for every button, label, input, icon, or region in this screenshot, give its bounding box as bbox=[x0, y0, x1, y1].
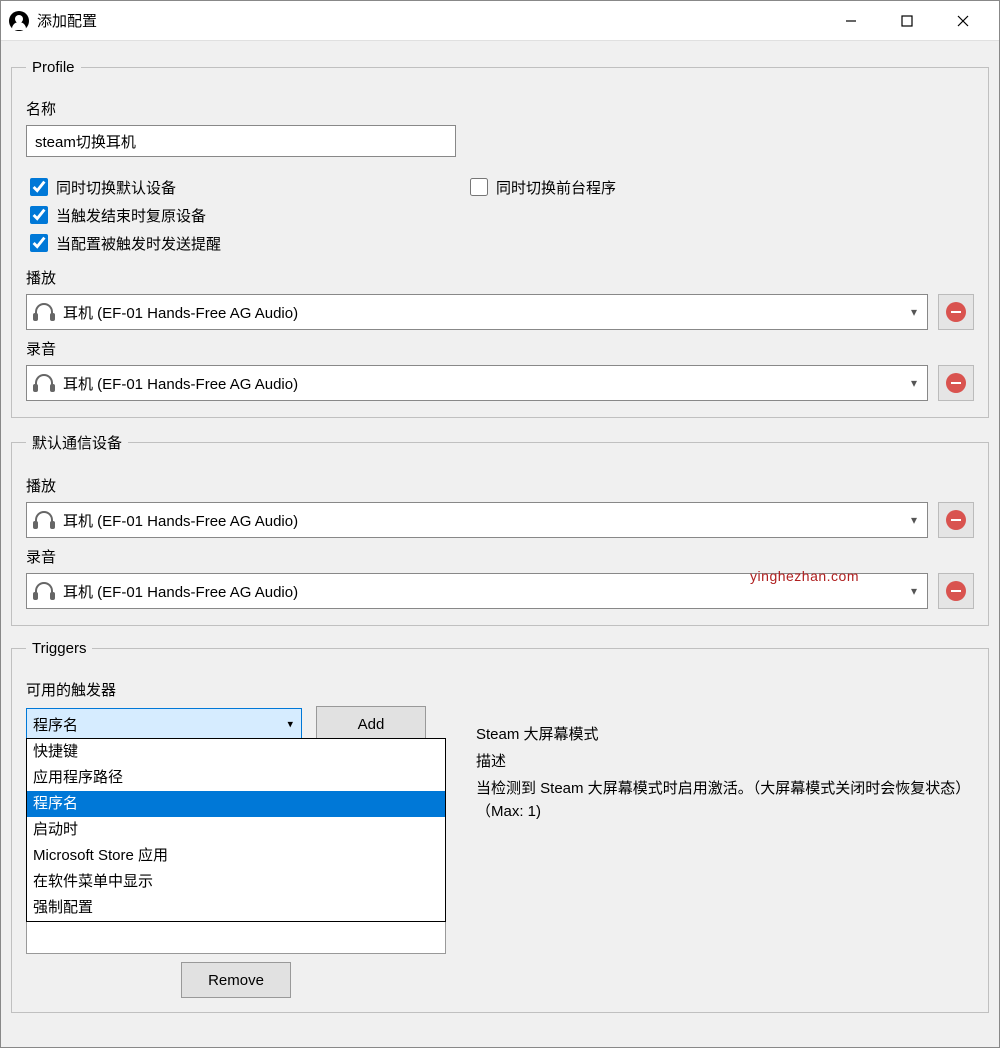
trigger-type-dropdown[interactable]: 快捷键应用程序路径程序名启动时Microsoft Store 应用在软件菜单中显… bbox=[26, 738, 446, 922]
check-switch-foreground-box[interactable] bbox=[470, 178, 488, 196]
name-input[interactable] bbox=[26, 125, 456, 157]
comm-recording-device-value: 耳机 (EF-01 Hands-Free AG Audio) bbox=[63, 581, 298, 602]
add-button[interactable]: Add bbox=[316, 706, 426, 742]
comm-playback-device-select[interactable]: 耳机 (EF-01 Hands-Free AG Audio) ▾ bbox=[26, 502, 928, 538]
trigger-type-option[interactable]: 在软件菜单中显示 bbox=[27, 869, 445, 895]
trigger-type-select[interactable]: 程序名 ▾ bbox=[26, 708, 302, 740]
recording-device-value: 耳机 (EF-01 Hands-Free AG Audio) bbox=[63, 373, 298, 394]
check-send-notify-box[interactable] bbox=[30, 234, 48, 252]
profile-legend: Profile bbox=[26, 59, 81, 76]
headphones-icon bbox=[33, 509, 55, 531]
headphones-icon bbox=[33, 301, 55, 323]
comm-playback-device-value: 耳机 (EF-01 Hands-Free AG Audio) bbox=[63, 510, 298, 531]
maximize-button[interactable] bbox=[879, 2, 935, 40]
check-switch-default[interactable]: 同时切换默认设备 bbox=[26, 175, 466, 199]
comm-recording-remove-button[interactable] bbox=[938, 573, 974, 609]
trigger-type-option[interactable]: 启动时 bbox=[27, 817, 445, 843]
available-triggers-label: 可用的触发器 bbox=[26, 679, 446, 700]
remove-icon bbox=[946, 373, 966, 393]
headphones-icon bbox=[33, 372, 55, 394]
comm-legend: 默认通信设备 bbox=[26, 432, 128, 453]
checkbox-area: 同时切换默认设备 当触发结束时复原设备 当配置被触发时发送提醒 同时切换前台程序 bbox=[26, 171, 974, 259]
headphones-icon bbox=[33, 580, 55, 602]
remove-icon bbox=[946, 581, 966, 601]
trigger-type-option[interactable]: 快捷键 bbox=[27, 739, 445, 765]
name-label: 名称 bbox=[26, 98, 974, 119]
comm-recording-label: 录音 bbox=[26, 546, 974, 567]
check-switch-default-box[interactable] bbox=[30, 178, 48, 196]
window-controls bbox=[823, 2, 991, 40]
check-restore-on-end-box[interactable] bbox=[30, 206, 48, 224]
trigger-detail-desc-label: 描述 bbox=[476, 750, 974, 771]
playback-remove-button[interactable] bbox=[938, 294, 974, 330]
triggers-legend: Triggers bbox=[26, 640, 92, 657]
recording-device-select[interactable]: 耳机 (EF-01 Hands-Free AG Audio) ▾ bbox=[26, 365, 928, 401]
app-icon bbox=[9, 11, 29, 31]
chevron-down-icon: ▾ bbox=[911, 376, 917, 390]
chevron-down-icon: ▾ bbox=[911, 584, 917, 598]
chevron-down-icon: ▾ bbox=[911, 513, 917, 527]
window-title: 添加配置 bbox=[37, 10, 97, 31]
check-restore-on-end[interactable]: 当触发结束时复原设备 bbox=[26, 203, 466, 227]
chevron-down-icon: ▾ bbox=[911, 305, 917, 319]
trigger-type-option[interactable]: Microsoft Store 应用 bbox=[27, 843, 445, 869]
triggers-group: Triggers 可用的触发器 程序名 ▾ Add 快捷键应用程序路径程序名启动… bbox=[11, 640, 989, 1013]
trigger-type-option[interactable]: 应用程序路径 bbox=[27, 765, 445, 791]
playback-label: 播放 bbox=[26, 267, 974, 288]
check-switch-foreground[interactable]: 同时切换前台程序 bbox=[466, 175, 616, 199]
comm-group: 默认通信设备 播放 耳机 (EF-01 Hands-Free AG Audio)… bbox=[11, 432, 989, 626]
check-send-notify[interactable]: 当配置被触发时发送提醒 bbox=[26, 231, 466, 255]
recording-label: 录音 bbox=[26, 338, 974, 359]
remove-icon bbox=[946, 510, 966, 530]
close-button[interactable] bbox=[935, 2, 991, 40]
trigger-type-value: 程序名 bbox=[33, 714, 78, 735]
titlebar: 添加配置 bbox=[1, 1, 999, 41]
remove-icon bbox=[946, 302, 966, 322]
trigger-detail-desc-body: 当检测到 Steam 大屏幕模式时启用激活。（大屏幕模式关闭时会恢复状态）（Ma… bbox=[476, 777, 974, 824]
playback-device-select[interactable]: 耳机 (EF-01 Hands-Free AG Audio) ▾ bbox=[26, 294, 928, 330]
window: 添加配置 Profile 名称 同时切换默认设备 bbox=[0, 0, 1000, 1048]
remove-button[interactable]: Remove bbox=[181, 962, 291, 998]
trigger-type-option[interactable]: 程序名 bbox=[27, 791, 445, 817]
minimize-button[interactable] bbox=[823, 2, 879, 40]
watermark-text: yinghezhan.com bbox=[750, 568, 859, 584]
profile-group: Profile 名称 同时切换默认设备 当触发结束时复原设备 当配置被触发时发 bbox=[11, 59, 989, 418]
chevron-down-icon: ▾ bbox=[287, 718, 293, 731]
trigger-detail-title: Steam 大屏幕模式 bbox=[476, 723, 974, 744]
content-area: Profile 名称 同时切换默认设备 当触发结束时复原设备 当配置被触发时发 bbox=[1, 41, 999, 1047]
recording-remove-button[interactable] bbox=[938, 365, 974, 401]
playback-device-value: 耳机 (EF-01 Hands-Free AG Audio) bbox=[63, 302, 298, 323]
comm-playback-label: 播放 bbox=[26, 475, 974, 496]
comm-playback-remove-button[interactable] bbox=[938, 502, 974, 538]
trigger-type-option[interactable]: 强制配置 bbox=[27, 895, 445, 921]
